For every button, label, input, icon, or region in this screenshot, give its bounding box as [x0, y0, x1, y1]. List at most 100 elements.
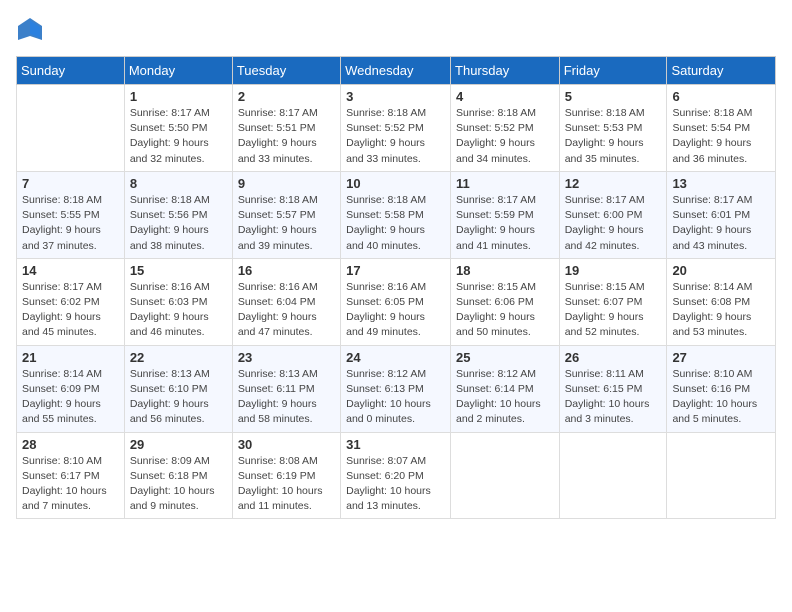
- calendar-day-cell: 3 Sunrise: 8:18 AMSunset: 5:52 PMDayligh…: [341, 85, 451, 172]
- calendar-day-cell: 19 Sunrise: 8:15 AMSunset: 6:07 PMDaylig…: [559, 258, 667, 345]
- weekday-header-cell: Thursday: [451, 57, 560, 85]
- day-number: 21: [22, 350, 119, 365]
- day-info: Sunrise: 8:15 AMSunset: 6:07 PMDaylight:…: [565, 280, 662, 341]
- calendar-week-row: 21 Sunrise: 8:14 AMSunset: 6:09 PMDaylig…: [17, 345, 776, 432]
- calendar-day-cell: 12 Sunrise: 8:17 AMSunset: 6:00 PMDaylig…: [559, 171, 667, 258]
- day-info: Sunrise: 8:08 AMSunset: 6:19 PMDaylight:…: [238, 454, 335, 515]
- calendar-week-row: 14 Sunrise: 8:17 AMSunset: 6:02 PMDaylig…: [17, 258, 776, 345]
- calendar-day-cell: 21 Sunrise: 8:14 AMSunset: 6:09 PMDaylig…: [17, 345, 125, 432]
- calendar-day-cell: 16 Sunrise: 8:16 AMSunset: 6:04 PMDaylig…: [232, 258, 340, 345]
- day-number: 30: [238, 437, 335, 452]
- calendar-week-row: 7 Sunrise: 8:18 AMSunset: 5:55 PMDayligh…: [17, 171, 776, 258]
- day-info: Sunrise: 8:10 AMSunset: 6:17 PMDaylight:…: [22, 454, 119, 515]
- day-info: Sunrise: 8:16 AMSunset: 6:04 PMDaylight:…: [238, 280, 335, 341]
- weekday-header-cell: Tuesday: [232, 57, 340, 85]
- day-info: Sunrise: 8:17 AMSunset: 6:01 PMDaylight:…: [672, 193, 770, 254]
- day-info: Sunrise: 8:17 AMSunset: 6:00 PMDaylight:…: [565, 193, 662, 254]
- day-number: 8: [130, 176, 227, 191]
- calendar-day-cell: 11 Sunrise: 8:17 AMSunset: 5:59 PMDaylig…: [451, 171, 560, 258]
- day-info: Sunrise: 8:18 AMSunset: 5:52 PMDaylight:…: [456, 106, 554, 167]
- day-info: Sunrise: 8:17 AMSunset: 6:02 PMDaylight:…: [22, 280, 119, 341]
- weekday-header-cell: Sunday: [17, 57, 125, 85]
- calendar-day-cell: 20 Sunrise: 8:14 AMSunset: 6:08 PMDaylig…: [667, 258, 776, 345]
- logo-icon: [16, 16, 44, 44]
- day-number: 19: [565, 263, 662, 278]
- calendar-table: SundayMondayTuesdayWednesdayThursdayFrid…: [16, 56, 776, 519]
- weekday-header-cell: Monday: [124, 57, 232, 85]
- day-number: 2: [238, 89, 335, 104]
- calendar-day-cell: 17 Sunrise: 8:16 AMSunset: 6:05 PMDaylig…: [341, 258, 451, 345]
- page-header: [16, 16, 776, 44]
- day-info: Sunrise: 8:13 AMSunset: 6:10 PMDaylight:…: [130, 367, 227, 428]
- calendar-day-cell: 1 Sunrise: 8:17 AMSunset: 5:50 PMDayligh…: [124, 85, 232, 172]
- weekday-header-row: SundayMondayTuesdayWednesdayThursdayFrid…: [17, 57, 776, 85]
- day-info: Sunrise: 8:18 AMSunset: 5:53 PMDaylight:…: [565, 106, 662, 167]
- calendar-day-cell: 31 Sunrise: 8:07 AMSunset: 6:20 PMDaylig…: [341, 432, 451, 519]
- day-number: 23: [238, 350, 335, 365]
- calendar-day-cell: 7 Sunrise: 8:18 AMSunset: 5:55 PMDayligh…: [17, 171, 125, 258]
- calendar-day-cell: 24 Sunrise: 8:12 AMSunset: 6:13 PMDaylig…: [341, 345, 451, 432]
- day-number: 22: [130, 350, 227, 365]
- day-info: Sunrise: 8:09 AMSunset: 6:18 PMDaylight:…: [130, 454, 227, 515]
- calendar-day-cell: 5 Sunrise: 8:18 AMSunset: 5:53 PMDayligh…: [559, 85, 667, 172]
- day-info: Sunrise: 8:18 AMSunset: 5:52 PMDaylight:…: [346, 106, 445, 167]
- day-number: 18: [456, 263, 554, 278]
- calendar-day-cell: 9 Sunrise: 8:18 AMSunset: 5:57 PMDayligh…: [232, 171, 340, 258]
- calendar-body: 1 Sunrise: 8:17 AMSunset: 5:50 PMDayligh…: [17, 85, 776, 519]
- day-number: 3: [346, 89, 445, 104]
- calendar-day-cell: 30 Sunrise: 8:08 AMSunset: 6:19 PMDaylig…: [232, 432, 340, 519]
- day-number: 13: [672, 176, 770, 191]
- day-number: 15: [130, 263, 227, 278]
- weekday-header-cell: Saturday: [667, 57, 776, 85]
- calendar-day-cell: 27 Sunrise: 8:10 AMSunset: 6:16 PMDaylig…: [667, 345, 776, 432]
- logo: [16, 16, 48, 44]
- day-info: Sunrise: 8:17 AMSunset: 5:59 PMDaylight:…: [456, 193, 554, 254]
- day-info: Sunrise: 8:18 AMSunset: 5:58 PMDaylight:…: [346, 193, 445, 254]
- calendar-day-cell: 8 Sunrise: 8:18 AMSunset: 5:56 PMDayligh…: [124, 171, 232, 258]
- calendar-day-cell: [17, 85, 125, 172]
- day-info: Sunrise: 8:12 AMSunset: 6:14 PMDaylight:…: [456, 367, 554, 428]
- day-info: Sunrise: 8:17 AMSunset: 5:50 PMDaylight:…: [130, 106, 227, 167]
- day-info: Sunrise: 8:07 AMSunset: 6:20 PMDaylight:…: [346, 454, 445, 515]
- calendar-day-cell: [451, 432, 560, 519]
- calendar-day-cell: 23 Sunrise: 8:13 AMSunset: 6:11 PMDaylig…: [232, 345, 340, 432]
- day-number: 28: [22, 437, 119, 452]
- day-info: Sunrise: 8:18 AMSunset: 5:57 PMDaylight:…: [238, 193, 335, 254]
- day-info: Sunrise: 8:18 AMSunset: 5:55 PMDaylight:…: [22, 193, 119, 254]
- weekday-header-cell: Wednesday: [341, 57, 451, 85]
- day-number: 7: [22, 176, 119, 191]
- day-number: 17: [346, 263, 445, 278]
- day-info: Sunrise: 8:12 AMSunset: 6:13 PMDaylight:…: [346, 367, 445, 428]
- calendar-day-cell: [559, 432, 667, 519]
- calendar-week-row: 28 Sunrise: 8:10 AMSunset: 6:17 PMDaylig…: [17, 432, 776, 519]
- day-info: Sunrise: 8:14 AMSunset: 6:09 PMDaylight:…: [22, 367, 119, 428]
- day-info: Sunrise: 8:18 AMSunset: 5:56 PMDaylight:…: [130, 193, 227, 254]
- day-number: 24: [346, 350, 445, 365]
- calendar-day-cell: 15 Sunrise: 8:16 AMSunset: 6:03 PMDaylig…: [124, 258, 232, 345]
- day-info: Sunrise: 8:17 AMSunset: 5:51 PMDaylight:…: [238, 106, 335, 167]
- calendar-day-cell: 4 Sunrise: 8:18 AMSunset: 5:52 PMDayligh…: [451, 85, 560, 172]
- day-info: Sunrise: 8:15 AMSunset: 6:06 PMDaylight:…: [456, 280, 554, 341]
- day-info: Sunrise: 8:11 AMSunset: 6:15 PMDaylight:…: [565, 367, 662, 428]
- calendar-day-cell: 6 Sunrise: 8:18 AMSunset: 5:54 PMDayligh…: [667, 85, 776, 172]
- calendar-day-cell: 28 Sunrise: 8:10 AMSunset: 6:17 PMDaylig…: [17, 432, 125, 519]
- day-info: Sunrise: 8:18 AMSunset: 5:54 PMDaylight:…: [672, 106, 770, 167]
- day-number: 26: [565, 350, 662, 365]
- calendar-day-cell: 2 Sunrise: 8:17 AMSunset: 5:51 PMDayligh…: [232, 85, 340, 172]
- day-number: 10: [346, 176, 445, 191]
- calendar-day-cell: 14 Sunrise: 8:17 AMSunset: 6:02 PMDaylig…: [17, 258, 125, 345]
- day-info: Sunrise: 8:16 AMSunset: 6:05 PMDaylight:…: [346, 280, 445, 341]
- day-number: 12: [565, 176, 662, 191]
- day-number: 31: [346, 437, 445, 452]
- calendar-day-cell: 22 Sunrise: 8:13 AMSunset: 6:10 PMDaylig…: [124, 345, 232, 432]
- calendar-day-cell: [667, 432, 776, 519]
- day-info: Sunrise: 8:10 AMSunset: 6:16 PMDaylight:…: [672, 367, 770, 428]
- day-number: 16: [238, 263, 335, 278]
- calendar-day-cell: 25 Sunrise: 8:12 AMSunset: 6:14 PMDaylig…: [451, 345, 560, 432]
- day-number: 11: [456, 176, 554, 191]
- day-number: 9: [238, 176, 335, 191]
- calendar-week-row: 1 Sunrise: 8:17 AMSunset: 5:50 PMDayligh…: [17, 85, 776, 172]
- calendar-day-cell: 26 Sunrise: 8:11 AMSunset: 6:15 PMDaylig…: [559, 345, 667, 432]
- day-number: 1: [130, 89, 227, 104]
- day-number: 14: [22, 263, 119, 278]
